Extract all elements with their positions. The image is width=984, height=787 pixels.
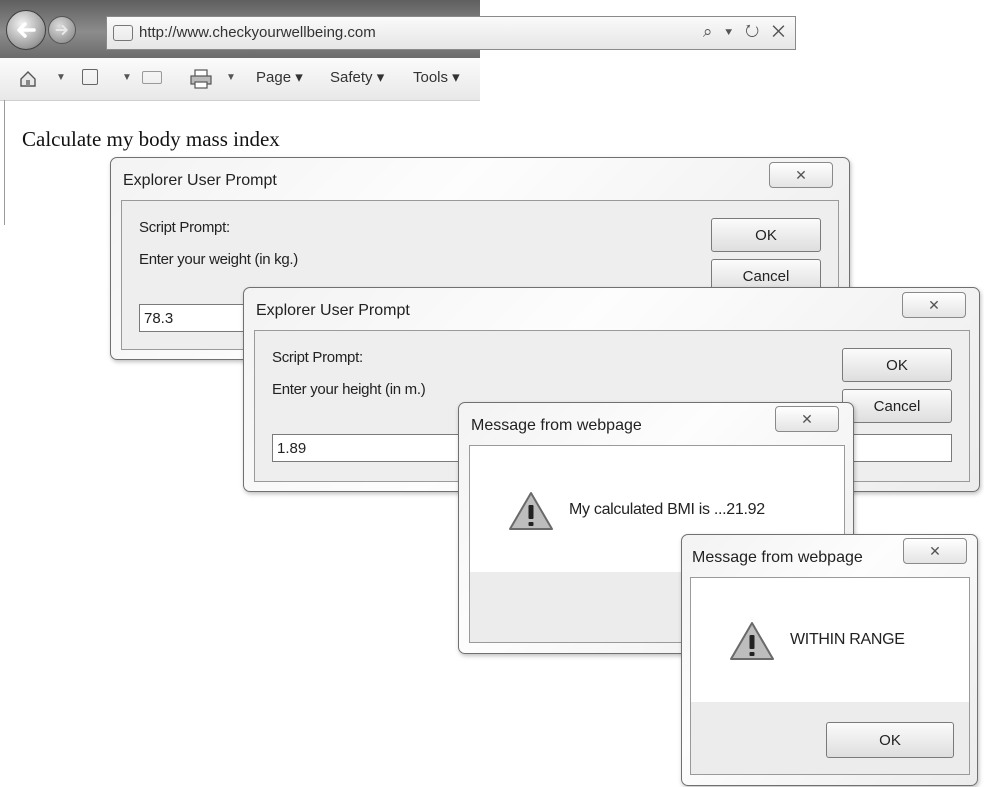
back-button[interactable] xyxy=(6,10,46,50)
safety-menu[interactable]: Safety ▾ xyxy=(330,68,384,86)
page-menu[interactable]: Page ▾ xyxy=(256,68,303,86)
url-text[interactable]: http://www.checkyourwellbeing.com xyxy=(139,24,376,41)
page-divider xyxy=(4,100,5,225)
close-button[interactable]: ✕ xyxy=(902,292,966,318)
dialog-title: Explorer User Prompt xyxy=(123,172,277,189)
dialog-body: WITHIN RANGE OK xyxy=(690,577,970,775)
close-icon: ✕ xyxy=(801,410,813,427)
page-icon xyxy=(113,25,133,41)
script-prompt-label: Script Prompt: xyxy=(139,219,230,236)
ok-button[interactable]: OK xyxy=(711,218,821,252)
home-dropdown-caret[interactable]: ▼ xyxy=(56,72,66,83)
forward-arrow-icon xyxy=(55,25,68,35)
mail-icon[interactable] xyxy=(142,71,162,84)
script-prompt-label: Script Prompt: xyxy=(272,349,363,366)
back-arrow-icon xyxy=(17,22,36,38)
feeds-icon[interactable] xyxy=(82,69,98,85)
close-icon: ✕ xyxy=(795,166,807,183)
command-bar: ▼ ▼ ▼ Page ▾ Safety ▾ Tools ▾ xyxy=(0,58,480,101)
dialog-title: Message from webpage xyxy=(471,417,642,434)
close-button[interactable]: ✕ xyxy=(775,406,839,432)
forward-button[interactable] xyxy=(48,16,76,44)
dialog-title: Message from webpage xyxy=(692,549,863,566)
dialog-title: Explorer User Prompt xyxy=(256,302,410,319)
home-icon[interactable] xyxy=(18,69,38,89)
range-message-dialog: Message from webpage ✕ WITHIN RANGE OK xyxy=(681,534,978,786)
range-result-text: WITHIN RANGE xyxy=(790,631,905,648)
cancel-button[interactable]: Cancel xyxy=(842,389,952,423)
ok-button[interactable]: OK xyxy=(842,348,952,382)
close-button[interactable]: ✕ xyxy=(769,162,833,188)
ok-button[interactable]: OK xyxy=(826,722,954,758)
prompt-message: Enter your height (in m.) xyxy=(272,381,426,398)
print-dropdown-caret[interactable]: ▼ xyxy=(226,72,236,83)
print-icon[interactable] xyxy=(190,69,212,89)
close-icon: ✕ xyxy=(928,296,940,313)
page-heading: Calculate my body mass index xyxy=(22,127,280,151)
address-tools[interactable]: ⌕ ▾ ↻ ✕ xyxy=(703,22,789,42)
close-icon: ✕ xyxy=(929,542,941,559)
warning-icon xyxy=(509,492,553,530)
tools-menu[interactable]: Tools ▾ xyxy=(413,68,460,86)
close-button[interactable]: ✕ xyxy=(903,538,967,564)
address-bar[interactable]: http://www.checkyourwellbeing.com ⌕ ▾ ↻ … xyxy=(106,16,796,50)
feeds-dropdown-caret[interactable]: ▼ xyxy=(122,72,132,83)
bmi-result-text: My calculated BMI is ...21.92 xyxy=(569,501,765,518)
warning-icon xyxy=(730,622,774,660)
prompt-message: Enter your weight (in kg.) xyxy=(139,251,298,268)
